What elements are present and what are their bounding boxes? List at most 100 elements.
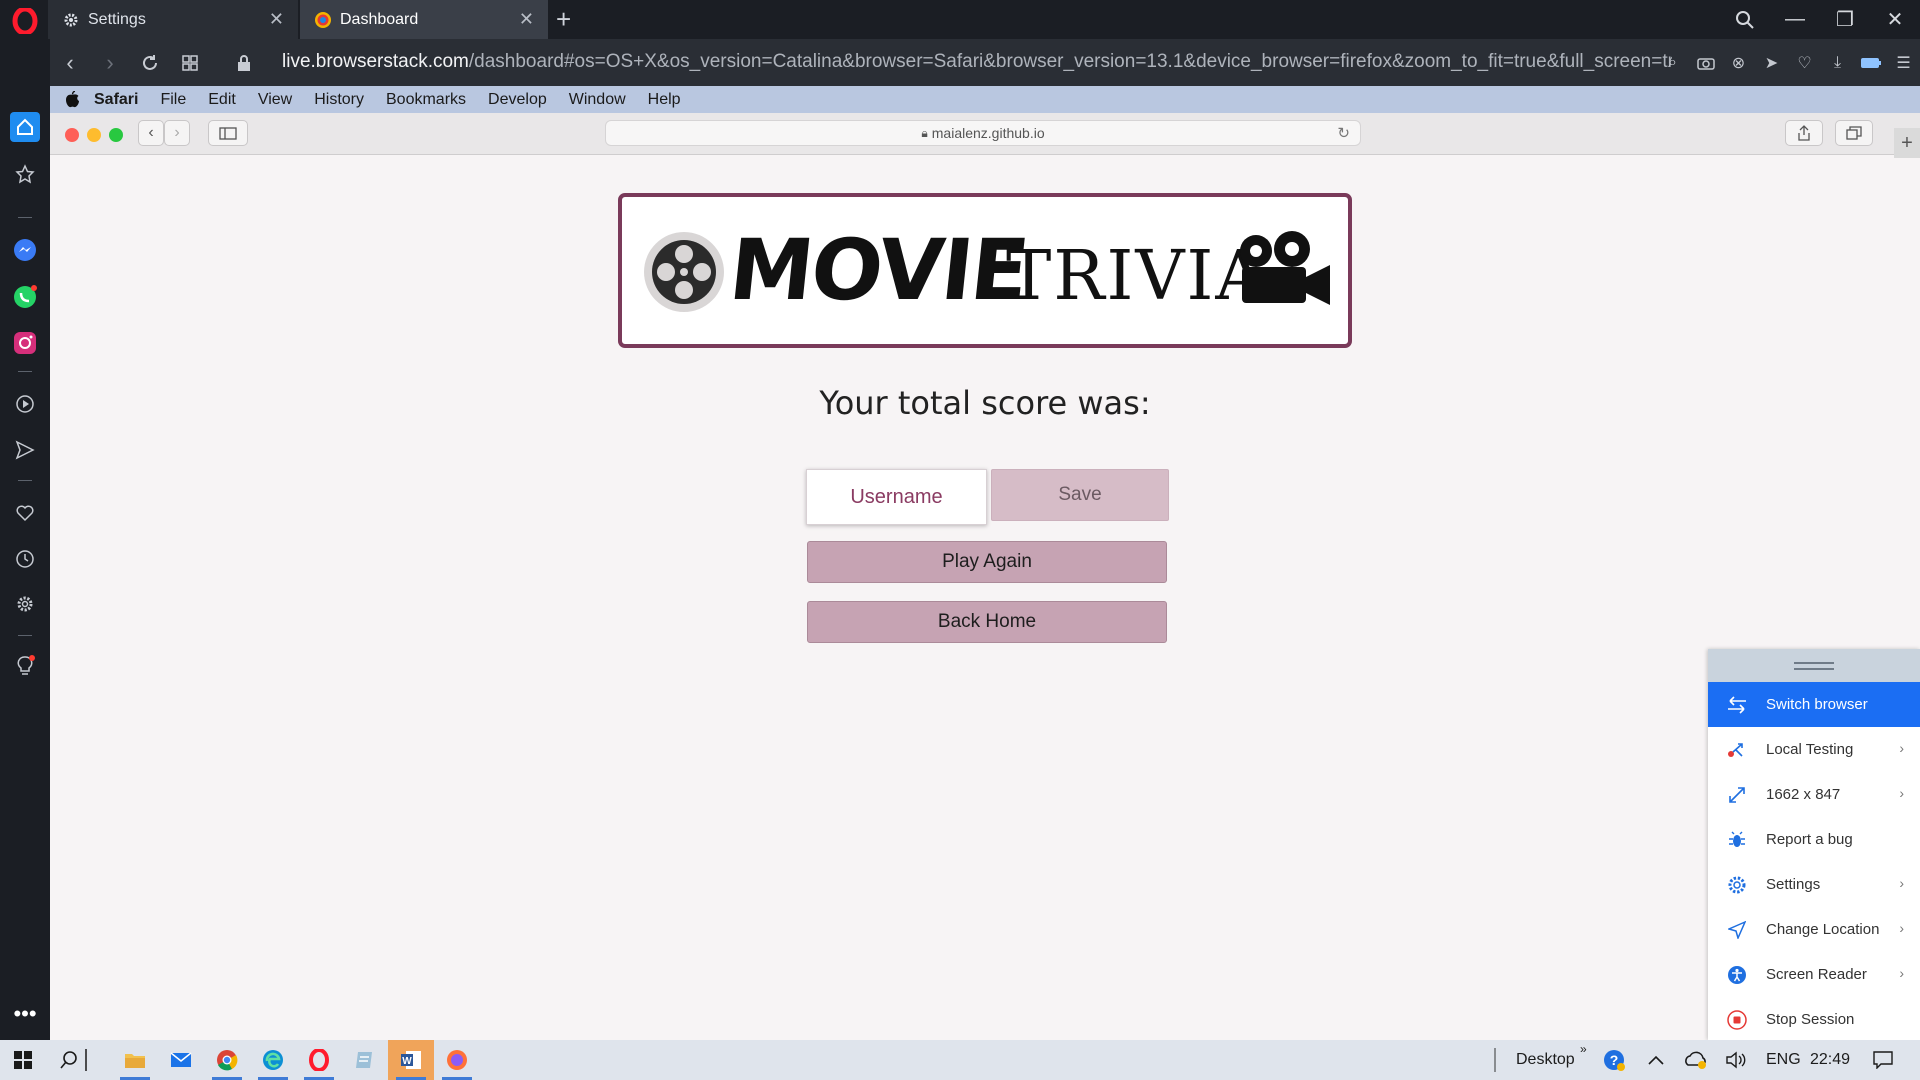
notifications-icon[interactable] [1860,1040,1906,1080]
minimize-button[interactable]: — [1770,0,1820,39]
pinboard-icon[interactable] [10,159,40,189]
opera-icon[interactable] [296,1040,342,1080]
search-icon[interactable]: ⌕ [1656,39,1689,86]
reload-icon[interactable] [130,43,170,83]
tab-settings[interactable]: Settings ✕ [48,0,298,39]
easy-setup-icon[interactable]: ☰ [1887,39,1920,86]
tabs-overview-icon[interactable] [1835,120,1873,146]
menu-safari[interactable]: Safari [94,91,138,109]
menu-history[interactable]: History [314,91,364,109]
safari-address-text: maialenz.github.io [931,125,1045,141]
safari-forward-icon[interactable]: › [164,120,190,146]
close-tab-icon[interactable]: ✕ [519,9,534,29]
show-hidden-icons-icon[interactable] [1636,1040,1676,1080]
close-tab-icon[interactable]: ✕ [269,9,284,29]
desktop-toolbar-label[interactable]: Desktop [1516,1051,1575,1069]
new-tab-button[interactable]: + [556,5,571,33]
help-icon[interactable]: ? [1596,1040,1632,1080]
heart-icon[interactable]: ♡ [1788,39,1821,86]
chevron-right-icon: › [1899,965,1904,981]
username-input[interactable] [806,469,987,525]
close-window-button[interactable]: ✕ [1870,0,1920,39]
camera-snapshot-icon[interactable] [1689,39,1722,86]
settings-gear-icon[interactable] [10,589,40,619]
drag-handle[interactable] [1708,649,1920,682]
play-again-button[interactable]: Play Again [807,541,1167,583]
switch-icon [1708,695,1766,714]
sidebar-toggle-icon[interactable] [208,120,248,146]
send-icon[interactable]: ➤ [1755,39,1788,86]
mail-icon[interactable] [158,1040,204,1080]
share-icon[interactable] [1785,120,1823,146]
search-tabs-icon[interactable] [1720,0,1770,39]
gear-icon [1708,875,1766,895]
more-icon[interactable]: ••• [10,999,40,1029]
close-window-dot[interactable] [65,128,79,142]
menu-file[interactable]: File [160,91,186,109]
lock-icon [224,43,264,83]
history-clock-icon[interactable] [10,544,40,574]
save-button[interactable]: Save [991,469,1169,521]
instagram-icon[interactable] [10,328,40,358]
chrome-icon[interactable] [204,1040,250,1080]
edge-icon[interactable] [250,1040,296,1080]
notepad-icon[interactable] [342,1040,388,1080]
resolution-item[interactable]: 1662 x 847 › [1708,772,1920,817]
safari-address-field[interactable]: 🔒︎ maialenz.github.io ↻ [605,120,1361,146]
resolution-label: 1662 x 847 [1766,786,1841,803]
toolbar-expand-icon[interactable]: » [1580,1042,1587,1056]
volume-icon[interactable] [1716,1040,1756,1080]
word-icon[interactable]: W [388,1040,434,1080]
menu-edit[interactable]: Edit [208,91,236,109]
language-indicator[interactable]: ENG [1766,1051,1801,1069]
screen-reader-item[interactable]: Screen Reader › [1708,952,1920,997]
apple-icon[interactable] [50,91,94,108]
battery-icon[interactable] [1854,39,1887,86]
lock-icon: 🔒︎ [921,125,928,140]
report-bug-item[interactable]: Report a bug [1708,817,1920,862]
download-icon[interactable]: ⤓ [1821,39,1854,86]
minimize-window-dot[interactable] [87,128,101,142]
sidebar-divider [18,371,32,372]
remote-mac-screen: Safari File Edit View History Bookmarks … [50,86,1920,1040]
switch-browser-item[interactable]: Switch browser [1708,682,1920,727]
back-home-button[interactable]: Back Home [807,601,1167,643]
safari-reload-icon[interactable]: ↻ [1337,124,1350,142]
restore-button[interactable]: ❐ [1820,0,1870,39]
stop-session-item[interactable]: Stop Session [1708,997,1920,1042]
url-field[interactable]: live.browserstack.com/dashboard#os=OS+X&… [282,51,1672,73]
flow-send-icon[interactable] [10,435,40,465]
safari-new-tab-button[interactable]: + [1894,128,1920,158]
messenger-icon[interactable] [10,235,40,265]
menu-bookmarks[interactable]: Bookmarks [386,91,466,109]
logo-title: MOVIE [724,221,1032,319]
menu-help[interactable]: Help [648,91,681,109]
whatsapp-icon[interactable] [10,282,40,312]
speed-dial-icon[interactable] [170,43,210,83]
tab-dashboard[interactable]: Dashboard ✕ [300,0,548,39]
tab-dashboard-label: Dashboard [340,10,419,28]
menu-develop[interactable]: Develop [488,91,547,109]
clock[interactable]: 22:49 [1810,1051,1850,1069]
safari-back-icon[interactable]: ‹ [138,120,164,146]
task-view-icon[interactable] [76,1040,96,1080]
change-location-item[interactable]: Change Location › [1708,907,1920,952]
menu-view[interactable]: View [258,91,292,109]
firefox-icon[interactable] [434,1040,480,1080]
zoom-window-dot[interactable] [109,128,123,142]
back-icon[interactable]: ‹ [50,43,90,83]
forward-icon[interactable]: › [90,43,130,83]
windows-start-icon[interactable] [0,1040,46,1080]
opera-logo-icon[interactable] [12,8,38,34]
settings-item[interactable]: Settings › [1708,862,1920,907]
file-explorer-icon[interactable] [112,1040,158,1080]
local-testing-item[interactable]: Local Testing › [1708,727,1920,772]
local-testing-icon [1708,741,1766,759]
player-icon[interactable] [10,389,40,419]
adblock-icon[interactable]: ⊗ [1722,39,1755,86]
onedrive-icon[interactable] [1676,1040,1716,1080]
home-icon[interactable] [10,112,40,142]
tips-lightbulb-icon[interactable] [10,651,40,681]
menu-window[interactable]: Window [569,91,626,109]
bookmarks-heart-icon[interactable] [10,498,40,528]
